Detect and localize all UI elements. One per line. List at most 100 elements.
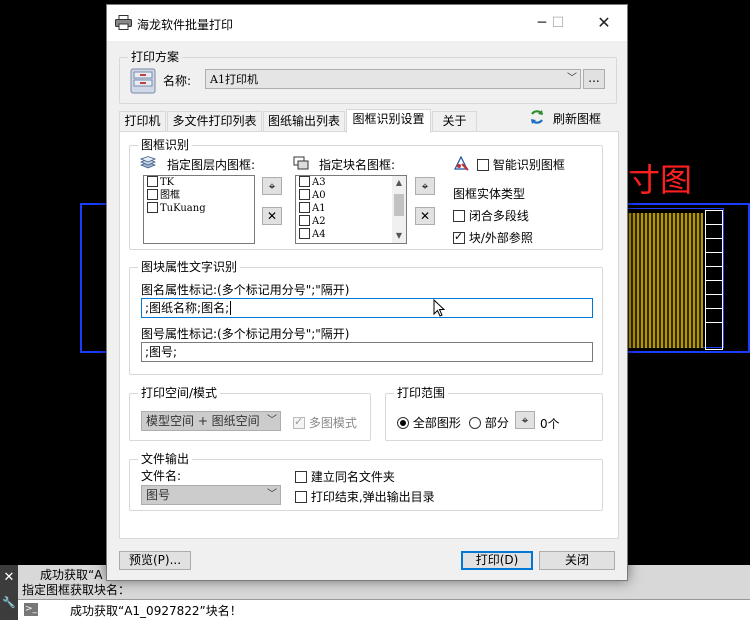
close-button[interactable]: ✕ [589, 11, 619, 35]
list-item[interactable]: 图框 [144, 189, 254, 202]
cad-red-text: 寸图 [628, 161, 693, 199]
print-space-label: 打印空间/模式 [138, 386, 221, 400]
same-folder-checkbox[interactable]: 建立同名文件夹 [295, 468, 395, 485]
layer-frames-label: 指定图层内图框: [167, 158, 256, 172]
window-title: 海龙软件批量打印 [137, 18, 234, 32]
print-range-label: 打印范围 [394, 386, 449, 400]
scheme-browse-button[interactable]: ... [583, 69, 605, 89]
scroll-thumb[interactable] [394, 194, 404, 216]
checkbox[interactable] [147, 176, 158, 187]
range-part-radio[interactable]: 部分 [469, 414, 509, 431]
command-current: 成功获取“A1_0927822”块名！ [70, 604, 242, 618]
wrench-icon[interactable]: 🔧 [0, 590, 18, 615]
checkbox[interactable] [147, 189, 158, 200]
scheme-name-select[interactable]: A1打印机 ﹀ [205, 69, 581, 89]
list-item[interactable]: A3 [296, 176, 406, 189]
multi-mode-checkbox: 多图模式 [293, 414, 357, 431]
refresh-frames-button[interactable]: 刷新图框 [553, 110, 601, 127]
chevron-down-icon: ﹀ [267, 489, 277, 500]
name-attr-label: 图名属性标记:(多个标记用分号";"隔开) [141, 283, 350, 297]
crosshair-icon: ⌖ [521, 413, 529, 427]
list-item[interactable]: A1 [296, 202, 406, 215]
command-history-2: 指定图框获取块名： [22, 583, 131, 597]
checkbox[interactable] [295, 471, 307, 483]
list-item[interactable]: A2 [296, 215, 406, 228]
command-sidebar: ✕ 🔧 [0, 565, 18, 620]
select-range-button[interactable]: ⌖ [515, 411, 535, 429]
checkbox[interactable] [453, 210, 465, 222]
scheme-name-value: A1打印机 [210, 73, 258, 86]
checkbox[interactable] [147, 202, 158, 213]
list-item[interactable]: TuKuang [144, 202, 254, 215]
frame-recognition-label: 图框识别 [138, 138, 193, 152]
layer-frames-list[interactable]: TK 图框 TuKuang [143, 175, 255, 244]
prompt-icon: >_ [24, 603, 38, 616]
closed-polyline-checkbox[interactable]: 闭合多段线 [453, 207, 529, 224]
chevron-down-icon[interactable]: ▼ [392, 229, 406, 243]
range-all-radio[interactable]: 全部图形 [397, 414, 461, 431]
filename-select[interactable]: 图号 ﹀ [141, 485, 281, 505]
tab-frame-settings[interactable]: 图框识别设置 [346, 109, 431, 133]
command-input[interactable]: >_ 成功获取“A1_0927822”块名！ [18, 599, 750, 620]
checkbox[interactable] [299, 176, 310, 187]
entity-type-label: 图框实体类型 [453, 187, 526, 201]
list-scrollbar[interactable]: ▲ ▼ [392, 176, 406, 243]
block-icon [293, 156, 309, 170]
block-frames-list[interactable]: A3 A0 A1 A2 A4 ▲ ▼ [295, 175, 407, 244]
radio[interactable] [397, 417, 409, 429]
scheme-group-label: 打印方案 [128, 50, 183, 64]
file-output-label: 文件输出 [138, 452, 193, 466]
print-space-select[interactable]: 模型空间 + 图纸空间 ﹀ [141, 411, 281, 431]
preview-button[interactable]: 预览(P)... [119, 551, 191, 570]
checkbox[interactable] [299, 189, 310, 200]
checkbox [293, 415, 305, 429]
block-frames-label: 指定块名图框: [319, 158, 396, 172]
tab-output-list[interactable]: 图纸输出列表 [263, 111, 345, 132]
close-dialog-button[interactable]: 关闭 [539, 551, 615, 570]
checkbox[interactable] [299, 202, 310, 213]
printer-icon [115, 15, 132, 30]
checkbox[interactable] [295, 491, 307, 503]
popup-output-checkbox[interactable]: 打印结束,弹出输出目录 [295, 488, 435, 505]
chevron-down-icon: ﹀ [267, 415, 277, 426]
list-item[interactable]: A4 [296, 228, 406, 241]
add-block-button[interactable]: ⌖ [415, 177, 435, 195]
checkbox[interactable] [299, 228, 310, 239]
remove-layer-button[interactable]: ✕ [262, 207, 282, 225]
chevron-up-icon[interactable]: ▲ [392, 176, 406, 190]
add-layer-button[interactable]: ⌖ [262, 177, 282, 195]
crosshair-icon: ⌖ [421, 179, 429, 193]
remove-block-button[interactable]: ✕ [415, 207, 435, 225]
list-item[interactable]: A0 [296, 189, 406, 202]
range-count: 0个 [540, 417, 560, 431]
num-attr-label: 图号属性标记:(多个标记用分号";"隔开) [141, 327, 350, 341]
checkbox[interactable] [477, 159, 489, 171]
checkbox[interactable] [299, 215, 310, 226]
maximize-button: ☐ [551, 15, 565, 31]
batch-print-dialog: 海龙软件批量打印 ─ ☐ ✕ 打印方案 名称: A1打印机 ﹀ ... 打印机 … [106, 4, 628, 581]
num-attr-input[interactable]: ;图号; [141, 342, 593, 362]
close-icon: ✕ [419, 209, 431, 223]
chevron-down-icon: ﹀ [567, 73, 577, 84]
filename-label: 文件名: [141, 469, 182, 483]
cabinet-icon [130, 68, 156, 94]
smart-detect-icon [454, 155, 469, 171]
smart-detect-checkbox[interactable]: 智能识别图框 [477, 156, 565, 173]
scheme-name-label: 名称: [163, 74, 192, 88]
cad-title-block [705, 210, 723, 350]
radio[interactable] [469, 417, 481, 429]
block-xref-checkbox[interactable]: 块/外部参照 [453, 229, 533, 246]
tab-printer[interactable]: 打印机 [119, 111, 166, 132]
checkbox[interactable] [453, 230, 465, 244]
print-button[interactable]: 打印(D) [461, 551, 533, 570]
close-icon: ✕ [266, 209, 278, 223]
title-bar[interactable]: 海龙软件批量打印 ─ ☐ ✕ [107, 5, 627, 41]
refresh-icon[interactable] [529, 109, 545, 125]
mouse-cursor-icon [433, 299, 445, 317]
close-icon[interactable]: ✕ [0, 565, 18, 590]
tab-multi-file[interactable]: 多文件打印列表 [167, 111, 262, 132]
name-attr-input[interactable]: ;图纸名称;图名; [141, 298, 593, 318]
list-item[interactable]: TK [144, 176, 254, 189]
crosshair-icon: ⌖ [268, 179, 276, 193]
tab-about[interactable]: 关于 [432, 111, 477, 132]
